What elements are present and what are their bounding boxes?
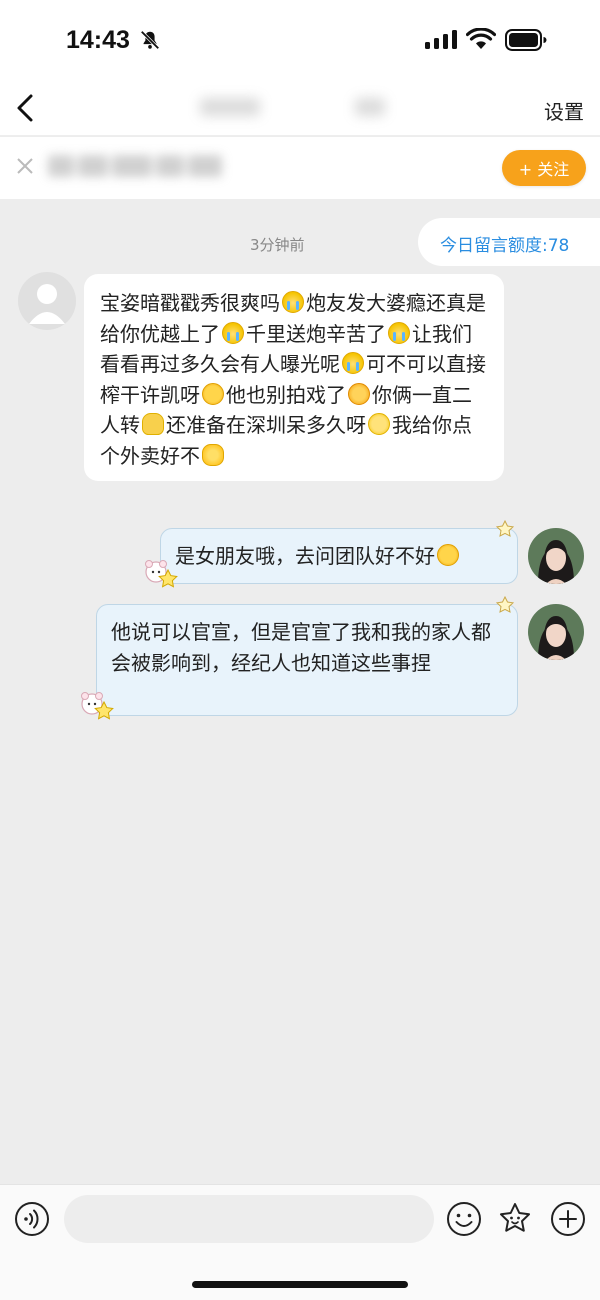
nav-title-redacted [200,92,400,122]
message-text-segment: 千里送炮辛苦了 [246,321,386,346]
user-avatar[interactable] [528,528,584,584]
home-indicator[interactable] [192,1281,408,1288]
incoming-message-bubble: 宝姿暗戳戳秀很爽吗 炮友发大婆瘾还真是给你优越上了 千里送炮辛苦了 让我们看看再过多久… [84,274,504,481]
bubble-star-decoration-icon [495,520,515,537]
avatar-portrait-icon [528,528,584,584]
blush-emoji-icon [202,382,224,405]
default-user-icon [29,284,65,324]
crying-emoji-icon [342,352,364,374]
message-timestamp: 3分钟前 [250,236,305,254]
message-text-segment: 还准备在深圳呆多久呀 [166,413,366,437]
message-text-segment: 他也别拍戏了 [226,382,346,407]
username-redacted [48,155,248,181]
chevron-left-icon[interactable] [12,90,42,126]
crying-emoji-icon [282,291,304,313]
spinning-emoji-icon [142,413,164,435]
sender-avatar[interactable] [18,272,76,330]
user-avatar[interactable] [528,604,584,660]
bell-slash-icon [140,30,160,50]
message-text: 是女朋友哦，去问团队好不好 [175,544,435,568]
input-bar [0,1184,600,1254]
bubble-star-decoration-icon [495,596,515,613]
voice-icon[interactable] [14,1201,50,1237]
message-quota-badge: 今日留言额度:78 [418,218,600,266]
follow-button[interactable]: + 关注 [502,150,586,186]
outgoing-message-bubble: 他说可以官宣，但是官宣了我和我的家人都会被影响到，经纪人也知道这些事捏 [96,604,518,716]
scream-emoji-icon [348,382,370,405]
pleading-emoji-icon [368,413,390,435]
message-text-segment: 宝姿暗戳戳秀很爽吗 [100,291,280,315]
bear-sticker-decoration-icon [145,560,178,588]
blush-emoji-icon [437,544,459,566]
settings-button[interactable]: 设置 [544,96,584,125]
plus-icon[interactable] [550,1201,586,1237]
avatar-portrait-icon [528,604,584,660]
wifi-icon [466,28,496,49]
status-time: 14:43 [66,26,130,54]
nav-bar: 设置 [0,80,600,136]
follow-bar: + 关注 [0,137,600,199]
smile-icon[interactable] [446,1201,482,1237]
battery-icon [505,29,547,51]
bottom-safe-area [0,1254,600,1300]
message-input[interactable] [64,1195,434,1243]
close-icon[interactable] [14,155,36,177]
message-text: 他说可以官宣，但是官宣了我和我的家人都会被影响到，经纪人也知道这些事捏 [111,620,491,675]
bear-sticker-decoration-icon [81,692,114,720]
status-bar: 14:43 [0,0,600,80]
crying-emoji-icon [222,321,244,344]
cellular-signal-icon [425,30,457,49]
outgoing-message-bubble: 是女朋友哦，去问团队好不好 [160,528,518,584]
sticker-icon[interactable] [497,1201,533,1237]
crying-emoji-icon [388,321,410,344]
flower-emoji-icon [202,443,224,466]
